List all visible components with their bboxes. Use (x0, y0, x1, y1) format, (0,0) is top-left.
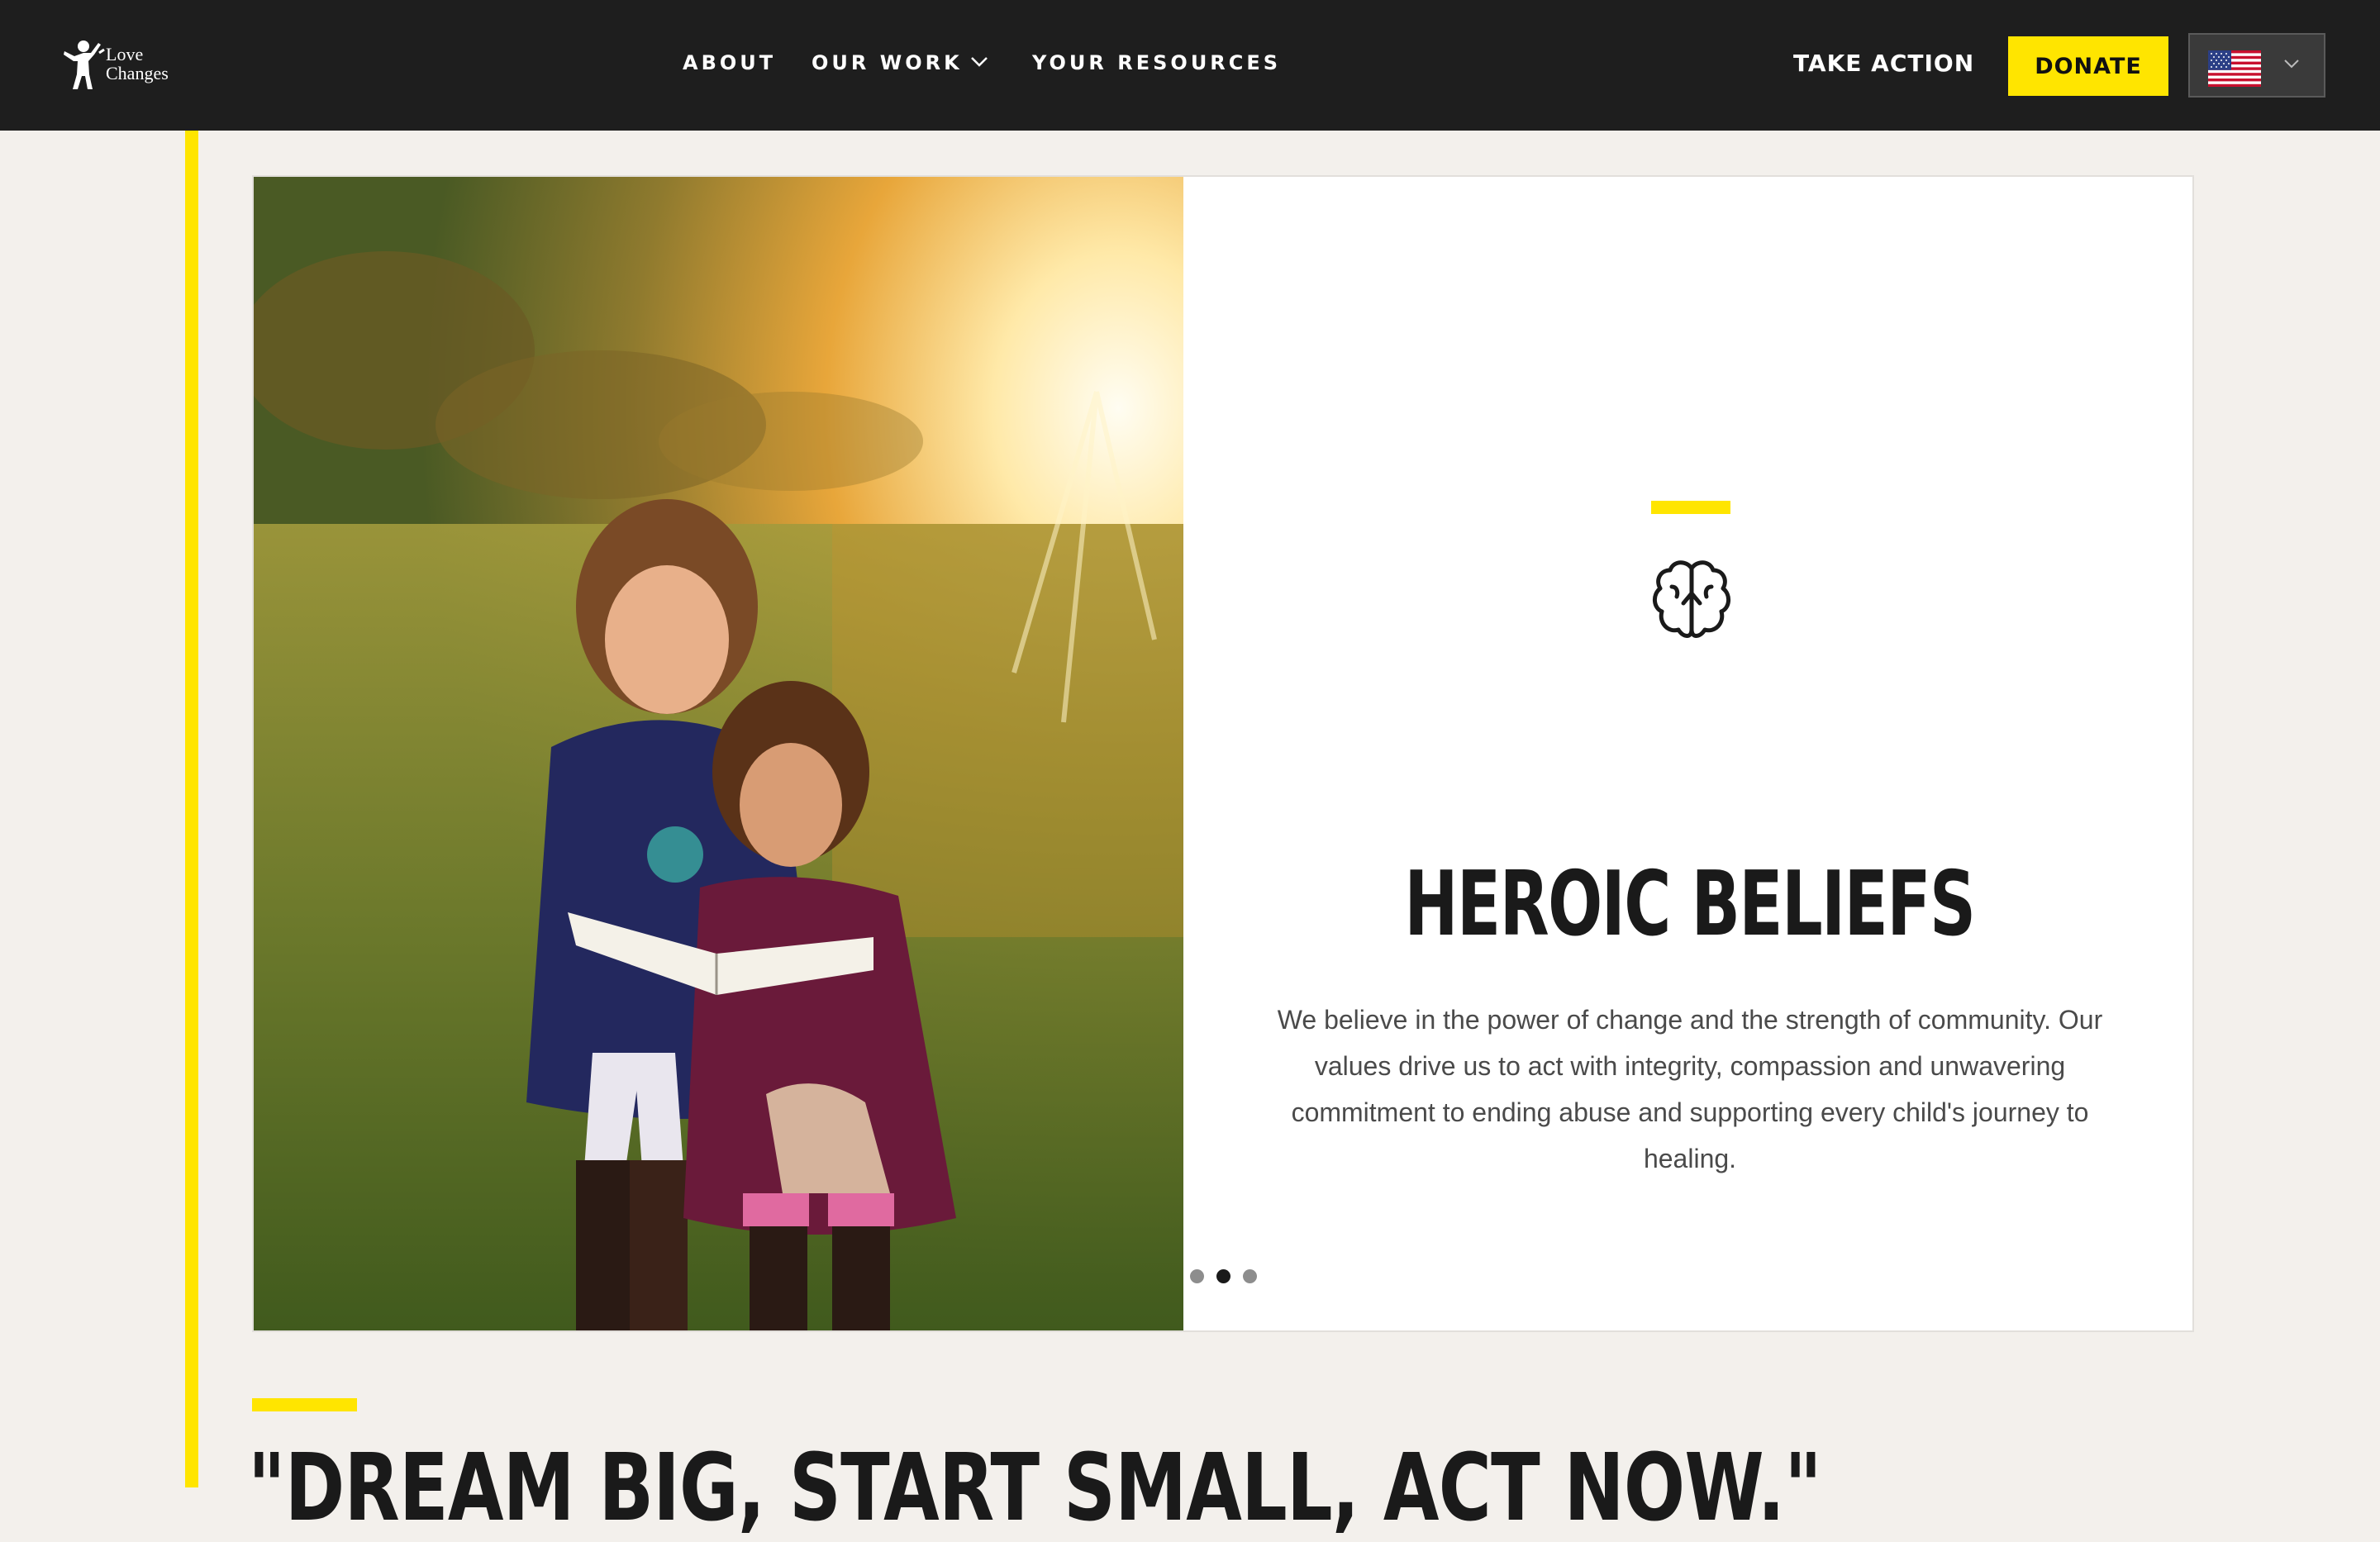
chevron-down-icon (971, 57, 988, 67)
slide-content: HEROIC BELIEFS We believe in the power o… (1183, 177, 2192, 1330)
logo-line-1: Love (106, 44, 144, 64)
slider-dot-3[interactable] (1243, 1269, 1257, 1283)
slider-dot-2-active[interactable] (1216, 1269, 1230, 1283)
child-silhouette-icon (64, 40, 105, 89)
motto-heading: "DREAM BIG, START SMALL, ACT NOW." (248, 1435, 1822, 1542)
slide-title: HEROIC BELIEFS (1404, 853, 1976, 956)
nav-our-work-label: OUR WORK (812, 51, 963, 74)
girls-reading-photo (254, 177, 1183, 1330)
decorative-left-rule (185, 131, 198, 1487)
accent-bar (1651, 501, 1730, 514)
site-header: Love Changes ABOUT OUR WORK YOUR RESOURC… (0, 0, 2380, 131)
quote-accent-bar (252, 1398, 357, 1411)
take-action-link[interactable]: TAKE ACTION (1793, 50, 1974, 77)
language-selector[interactable] (2188, 33, 2325, 98)
chevron-down-icon (2284, 59, 2299, 69)
logo-line-2: Changes (106, 63, 169, 83)
love-changes-logo[interactable]: Love Changes (61, 38, 185, 91)
slider-dot-1[interactable] (1190, 1269, 1204, 1283)
slide-photo (254, 177, 1183, 1330)
brain-icon (1653, 560, 1730, 638)
values-slider-card: HEROIC BELIEFS We believe in the power o… (252, 175, 2194, 1332)
nav-about[interactable]: ABOUT (683, 51, 776, 74)
nav-your-resources[interactable]: YOUR RESOURCES (1032, 51, 1281, 74)
logo-wordmark: Love Changes (106, 45, 169, 83)
donate-button[interactable]: DONATE (2008, 36, 2168, 96)
nav-our-work[interactable]: OUR WORK (812, 51, 988, 74)
slide-description: We believe in the power of change and th… (1277, 1005, 2103, 1173)
us-flag-icon (2208, 50, 2261, 87)
